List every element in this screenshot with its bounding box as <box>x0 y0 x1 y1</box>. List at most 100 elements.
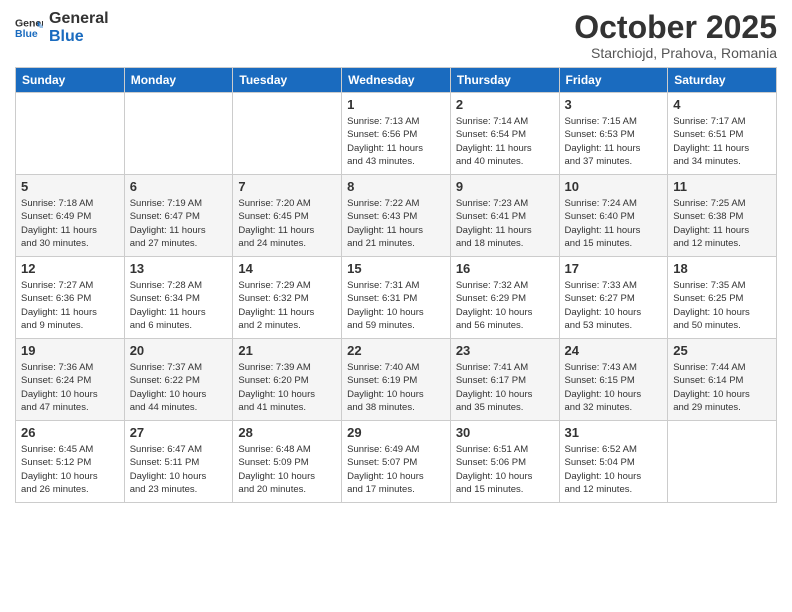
day-number: 19 <box>21 343 119 358</box>
table-row: 14Sunrise: 7:29 AM Sunset: 6:32 PM Dayli… <box>233 257 342 339</box>
day-number: 29 <box>347 425 445 440</box>
logo: General Blue General Blue <box>15 10 109 45</box>
svg-text:Blue: Blue <box>15 27 38 39</box>
day-number: 8 <box>347 179 445 194</box>
day-number: 17 <box>565 261 663 276</box>
day-number: 21 <box>238 343 336 358</box>
table-row <box>16 93 125 175</box>
table-row: 25 Sunrise: 7:44 AM Sunset: 6:14 PM Dayli… <box>668 339 777 421</box>
table-row: 22Sunrise: 7:40 AM Sunset: 6:19 PM Dayli… <box>342 339 451 421</box>
title-block: October 2025 Starchiojd, Prahova, Romani… <box>574 10 777 61</box>
logo-blue-text: Blue <box>49 28 109 46</box>
calendar-week-row: 26 Sunrise: 6:45 AM Sunset: 5:12 PM Dayli… <box>16 421 777 503</box>
table-row: 27Sunrise: 6:47 AM Sunset: 5:11 PM Dayli… <box>124 421 233 503</box>
month-title: October 2025 <box>574 10 777 45</box>
day-number: 10 <box>565 179 663 194</box>
calendar-week-row: 12 Sunrise: 7:27 AM Sunset: 6:36 PM Dayli… <box>16 257 777 339</box>
col-tuesday: Tuesday <box>233 68 342 93</box>
table-row: 29 Sunrise: 6:49 AM Sunset: 5:07 PM Dayli… <box>342 421 451 503</box>
day-number: 25 <box>673 343 771 358</box>
day-info: Sunrise: 7:39 AM Sunset: 6:20 PM Dayligh… <box>238 361 336 414</box>
day-info: Sunrise: 6:45 AM Sunset: 5:12 PM Dayligh… <box>21 443 119 496</box>
table-row: 28Sunrise: 6:48 AM Sunset: 5:09 PM Dayli… <box>233 421 342 503</box>
day-number: 15 <box>347 261 445 276</box>
day-info: Sunrise: 6:47 AM Sunset: 5:11 PM Dayligh… <box>130 443 228 496</box>
day-info: Sunrise: 6:52 AM Sunset: 5:04 PM Dayligh… <box>565 443 663 496</box>
day-number: 2 <box>456 97 554 112</box>
logo-icon: General Blue <box>15 14 43 42</box>
day-number: 12 <box>21 261 119 276</box>
table-row: 13 Sunrise: 7:28 AM Sunset: 6:34 PM Dayli… <box>124 257 233 339</box>
day-number: 24 <box>565 343 663 358</box>
day-info: Sunrise: 7:43 AM Sunset: 6:15 PM Dayligh… <box>565 361 663 414</box>
table-row: 26 Sunrise: 6:45 AM Sunset: 5:12 PM Dayli… <box>16 421 125 503</box>
col-sunday: Sunday <box>16 68 125 93</box>
day-number: 14 <box>238 261 336 276</box>
day-info: Sunrise: 7:32 AM Sunset: 6:29 PM Dayligh… <box>456 279 554 332</box>
day-number: 1 <box>347 97 445 112</box>
col-monday: Monday <box>124 68 233 93</box>
day-number: 30 <box>456 425 554 440</box>
table-row: 17 Sunrise: 7:33 AM Sunset: 6:27 PM Dayli… <box>559 257 668 339</box>
day-info: Sunrise: 7:18 AM Sunset: 6:49 PM Dayligh… <box>21 197 119 250</box>
day-info: Sunrise: 7:27 AM Sunset: 6:36 PM Dayligh… <box>21 279 119 332</box>
col-wednesday: Wednesday <box>342 68 451 93</box>
table-row <box>124 93 233 175</box>
table-row: 20Sunrise: 7:37 AM Sunset: 6:22 PM Dayli… <box>124 339 233 421</box>
day-info: Sunrise: 6:49 AM Sunset: 5:07 PM Dayligh… <box>347 443 445 496</box>
day-info: Sunrise: 7:41 AM Sunset: 6:17 PM Dayligh… <box>456 361 554 414</box>
table-row: 11 Sunrise: 7:25 AM Sunset: 6:38 PM Dayli… <box>668 175 777 257</box>
day-number: 6 <box>130 179 228 194</box>
table-row: 7 Sunrise: 7:20 AM Sunset: 6:45 PM Daylig… <box>233 175 342 257</box>
day-number: 18 <box>673 261 771 276</box>
day-number: 26 <box>21 425 119 440</box>
day-number: 5 <box>21 179 119 194</box>
table-row: 2Sunrise: 7:14 AM Sunset: 6:54 PM Daylig… <box>450 93 559 175</box>
table-row: 12 Sunrise: 7:27 AM Sunset: 6:36 PM Dayli… <box>16 257 125 339</box>
day-info: Sunrise: 7:24 AM Sunset: 6:40 PM Dayligh… <box>565 197 663 250</box>
table-row: 5 Sunrise: 7:18 AM Sunset: 6:49 PM Daylig… <box>16 175 125 257</box>
day-number: 11 <box>673 179 771 194</box>
day-info: Sunrise: 7:19 AM Sunset: 6:47 PM Dayligh… <box>130 197 228 250</box>
table-row: 21 Sunrise: 7:39 AM Sunset: 6:20 PM Dayli… <box>233 339 342 421</box>
day-info: Sunrise: 6:51 AM Sunset: 5:06 PM Dayligh… <box>456 443 554 496</box>
day-info: Sunrise: 7:22 AM Sunset: 6:43 PM Dayligh… <box>347 197 445 250</box>
day-info: Sunrise: 7:44 AM Sunset: 6:14 PM Dayligh… <box>673 361 771 414</box>
day-number: 16 <box>456 261 554 276</box>
page-container: General Blue General Blue October 2025 S… <box>0 0 792 511</box>
table-row: 8 Sunrise: 7:22 AM Sunset: 6:43 PM Daylig… <box>342 175 451 257</box>
day-number: 31 <box>565 425 663 440</box>
table-row: 15Sunrise: 7:31 AM Sunset: 6:31 PM Dayli… <box>342 257 451 339</box>
day-info: Sunrise: 7:36 AM Sunset: 6:24 PM Dayligh… <box>21 361 119 414</box>
day-number: 23 <box>456 343 554 358</box>
day-info: Sunrise: 7:40 AM Sunset: 6:19 PM Dayligh… <box>347 361 445 414</box>
day-info: Sunrise: 7:15 AM Sunset: 6:53 PM Dayligh… <box>565 115 663 168</box>
table-row: 31 Sunrise: 6:52 AM Sunset: 5:04 PM Dayli… <box>559 421 668 503</box>
table-row: 19 Sunrise: 7:36 AM Sunset: 6:24 PM Dayli… <box>16 339 125 421</box>
day-info: Sunrise: 7:28 AM Sunset: 6:34 PM Dayligh… <box>130 279 228 332</box>
page-header: General Blue General Blue October 2025 S… <box>15 10 777 61</box>
table-row: 1Sunrise: 7:13 AM Sunset: 6:56 PM Daylig… <box>342 93 451 175</box>
logo-general-text: General <box>49 10 109 28</box>
table-row <box>233 93 342 175</box>
calendar-week-row: 1Sunrise: 7:13 AM Sunset: 6:56 PM Daylig… <box>16 93 777 175</box>
calendar-header-row: Sunday Monday Tuesday Wednesday Thursday… <box>16 68 777 93</box>
table-row: 16 Sunrise: 7:32 AM Sunset: 6:29 PM Dayli… <box>450 257 559 339</box>
col-thursday: Thursday <box>450 68 559 93</box>
day-number: 20 <box>130 343 228 358</box>
day-number: 13 <box>130 261 228 276</box>
day-number: 7 <box>238 179 336 194</box>
table-row: 9Sunrise: 7:23 AM Sunset: 6:41 PM Daylig… <box>450 175 559 257</box>
day-info: Sunrise: 7:35 AM Sunset: 6:25 PM Dayligh… <box>673 279 771 332</box>
day-info: Sunrise: 6:48 AM Sunset: 5:09 PM Dayligh… <box>238 443 336 496</box>
table-row: 6 Sunrise: 7:19 AM Sunset: 6:47 PM Daylig… <box>124 175 233 257</box>
day-info: Sunrise: 7:20 AM Sunset: 6:45 PM Dayligh… <box>238 197 336 250</box>
day-info: Sunrise: 7:25 AM Sunset: 6:38 PM Dayligh… <box>673 197 771 250</box>
day-info: Sunrise: 7:33 AM Sunset: 6:27 PM Dayligh… <box>565 279 663 332</box>
table-row: 18 Sunrise: 7:35 AM Sunset: 6:25 PM Dayli… <box>668 257 777 339</box>
table-row <box>668 421 777 503</box>
table-row: 4Sunrise: 7:17 AM Sunset: 6:51 PM Daylig… <box>668 93 777 175</box>
col-saturday: Saturday <box>668 68 777 93</box>
day-info: Sunrise: 7:17 AM Sunset: 6:51 PM Dayligh… <box>673 115 771 168</box>
table-row: 10 Sunrise: 7:24 AM Sunset: 6:40 PM Dayli… <box>559 175 668 257</box>
